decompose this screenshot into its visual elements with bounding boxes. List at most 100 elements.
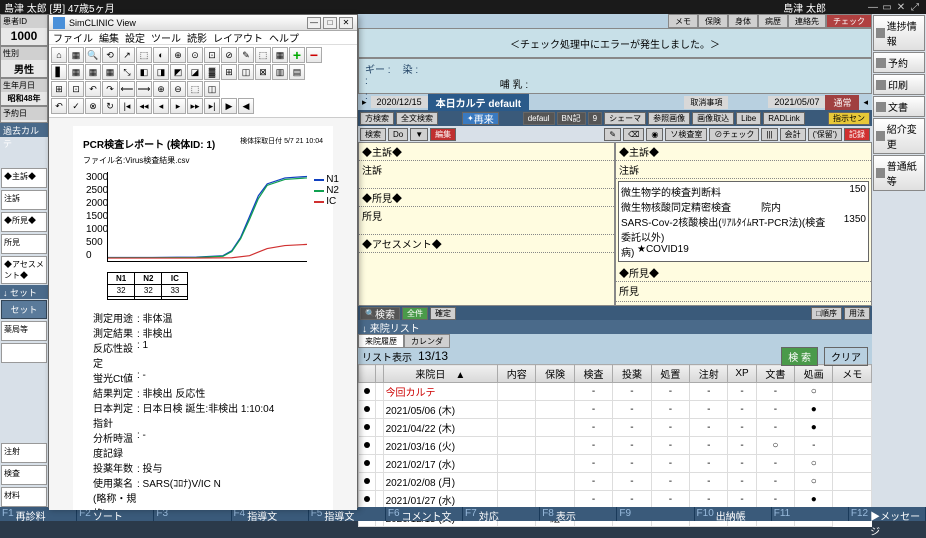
menu-item[interactable]: 編集 xyxy=(99,30,119,45)
btn-refresh[interactable]: ✦ 再来 xyxy=(462,112,499,125)
toolbar-icon[interactable]: ▤ xyxy=(289,64,305,80)
toolbar-icon[interactable]: ▶ xyxy=(221,98,237,114)
btn-all[interactable]: 全件 xyxy=(402,307,428,320)
rail-btn[interactable]: 注射 xyxy=(1,443,47,463)
soap-left[interactable]: ◆主訴◆ 注訴 ◆所見◆ 所見 ◆アセスメント◆ xyxy=(358,142,615,306)
toolbar-icon[interactable]: ⬚ xyxy=(187,81,203,97)
rail-section[interactable]: 注訴 xyxy=(1,190,47,210)
toolbar-icon[interactable]: ⊙ xyxy=(187,47,203,63)
eraser-icon[interactable]: ⌫ xyxy=(623,128,644,141)
toolbar-icon[interactable]: ▦ xyxy=(68,64,84,80)
sim-canvas[interactable]: PCR検査レポート (検体ID: 1)検体採取日付 5/7 21 10:04 フ… xyxy=(49,118,357,510)
minimize-icon[interactable]: — xyxy=(307,17,321,29)
menu-item[interactable]: ヘルプ xyxy=(269,30,299,45)
toolbar-icon[interactable]: ◫ xyxy=(204,81,220,97)
toolbar-icon[interactable]: ⊞ xyxy=(51,81,67,97)
fkey[interactable]: F6コメント文 xyxy=(386,507,463,521)
btn-capture[interactable]: 画像取込 xyxy=(692,112,734,125)
expand-icon[interactable]: ⤢ xyxy=(908,2,922,13)
menu-item[interactable]: ファイル xyxy=(53,30,93,45)
toolbar-icon[interactable]: ▓ xyxy=(204,64,220,80)
rail-section[interactable]: 所見 xyxy=(1,234,47,254)
toolbar-icon[interactable]: ✎ xyxy=(238,47,254,63)
table-row[interactable]: 2021/03/16 (火)-----○- xyxy=(359,437,872,455)
maximize-icon[interactable]: □ xyxy=(323,17,337,29)
btn-confirm[interactable]: 確定 xyxy=(430,307,456,320)
btn-lab[interactable]: ソ検査室 xyxy=(665,128,707,141)
tab-contact[interactable]: 連絡先 xyxy=(788,14,826,28)
rr-paper[interactable]: 普通紙等 xyxy=(873,155,925,191)
btn-edit[interactable]: 編集 xyxy=(430,128,456,141)
toolbar-icon[interactable]: ⤡ xyxy=(119,64,135,80)
fkey[interactable]: F9 xyxy=(617,507,694,521)
toolbar-icon[interactable]: ▦ xyxy=(68,47,84,63)
toolbar-icon[interactable]: ▸ xyxy=(170,98,186,114)
toolbar-icon[interactable]: |◂ xyxy=(119,98,135,114)
toolbar-icon[interactable]: ▦ xyxy=(85,64,101,80)
toolbar-icon[interactable]: ◪ xyxy=(187,64,203,80)
btn-9[interactable]: 9 xyxy=(588,112,602,125)
btn-list-clear[interactable]: クリア xyxy=(824,347,868,366)
btn-list-search[interactable]: 検 索 xyxy=(781,347,818,366)
prev-date[interactable]: 2020/12/15 xyxy=(371,96,428,108)
tab-visits[interactable]: 来院履歴 xyxy=(358,334,404,348)
toolbar-icon[interactable]: ↶ xyxy=(85,81,101,97)
table-row[interactable]: 2021/02/08 (月)------○ xyxy=(359,473,872,491)
menu-item[interactable]: 設定 xyxy=(125,30,145,45)
nav-icon[interactable]: ▸ xyxy=(358,97,371,108)
toolbar-icon[interactable]: ⟶ xyxy=(136,81,152,97)
toolbar-icon[interactable]: ⬚ xyxy=(255,47,271,63)
rail-section[interactable]: ◆所見◆ xyxy=(1,212,47,232)
toolbar-icon[interactable]: ◩ xyxy=(170,64,186,80)
rr-print[interactable]: 印刷 xyxy=(873,74,925,95)
toolbar-icon[interactable]: ◂ xyxy=(153,98,169,114)
btn-search-method[interactable]: 方検索 xyxy=(360,112,394,125)
rr-progress[interactable]: 進捗情報 xyxy=(873,15,925,51)
stamp-icon[interactable]: ◉ xyxy=(646,128,663,141)
tab-history[interactable]: 病歴 xyxy=(758,14,788,28)
fkey[interactable]: F12▶メッセージ xyxy=(849,507,926,521)
rail-btn[interactable] xyxy=(1,343,47,363)
toolbar-icon[interactable]: ▋ xyxy=(51,64,67,80)
sim-titlebar[interactable]: SimCLINIC View — □ ✕ xyxy=(49,15,357,31)
toolbar-icon[interactable]: ▸| xyxy=(204,98,220,114)
minimize-icon[interactable]: — xyxy=(866,2,880,13)
btn-radlink[interactable]: RADLink xyxy=(763,112,805,125)
btn-refimg[interactable]: 参照画像 xyxy=(648,112,690,125)
toolbar-icon[interactable]: ⬚ xyxy=(136,47,152,63)
toolbar-icon[interactable]: ⊡ xyxy=(68,81,84,97)
btn-usage[interactable]: 用法 xyxy=(844,307,870,320)
toolbar-icon[interactable]: ⊕ xyxy=(153,81,169,97)
btn-order-chk[interactable]: □順序 xyxy=(811,307,842,320)
btn-order[interactable]: 指示セン xyxy=(828,112,870,125)
toolbar-icon[interactable]: ↻ xyxy=(102,98,118,114)
btn-do[interactable]: Do xyxy=(388,128,408,141)
btn-mid-search[interactable]: 🔍 検索 xyxy=(360,307,400,320)
rail-section[interactable]: ◆アセスメント◆ xyxy=(1,256,47,284)
menu-item[interactable]: 読影 xyxy=(187,30,207,45)
close-icon[interactable]: ✕ xyxy=(339,17,353,29)
table-row[interactable]: 2021/02/17 (水)------○ xyxy=(359,455,872,473)
rail-btn[interactable]: 材料 xyxy=(1,487,47,507)
toolbar-icon[interactable]: ◨ xyxy=(153,64,169,80)
soap-right[interactable]: ◆主訴◆ 注訴 微生物学的検査判断料150 微生物核酸同定精密検査 院内 SAR… xyxy=(615,142,872,306)
toolbar-icon[interactable]: ◂◂ xyxy=(136,98,152,114)
toolbar-icon[interactable]: ▸▸ xyxy=(187,98,203,114)
btn-libe[interactable]: Libe xyxy=(736,112,761,125)
table-row[interactable]: 今回カルテ------○ xyxy=(359,383,872,401)
btn-hold[interactable]: ('保留') xyxy=(808,128,842,141)
cancel-items[interactable]: 取消事項 xyxy=(684,96,728,109)
close-icon[interactable]: ✕ xyxy=(894,2,908,13)
set-button[interactable]: セット xyxy=(1,300,47,319)
nav-icon[interactable]: ◂ xyxy=(859,97,872,108)
rail-btn[interactable]: 検査 xyxy=(1,465,47,485)
rr-ref[interactable]: 紹介変更 xyxy=(873,118,925,154)
toolbar-icon[interactable]: ⊠ xyxy=(255,64,271,80)
btn-check[interactable]: ⊘チェック xyxy=(709,128,759,141)
btn-search2[interactable]: 検索 xyxy=(360,128,386,141)
rail-btn[interactable]: 薬局等 xyxy=(1,321,47,341)
rail-section[interactable]: ◆主訴◆ xyxy=(1,168,47,188)
btn-bn[interactable]: BN記 xyxy=(557,112,586,125)
table-row[interactable]: 2021/05/06 (木)------● xyxy=(359,401,872,419)
toolbar-icon[interactable]: ⊘ xyxy=(221,47,237,63)
